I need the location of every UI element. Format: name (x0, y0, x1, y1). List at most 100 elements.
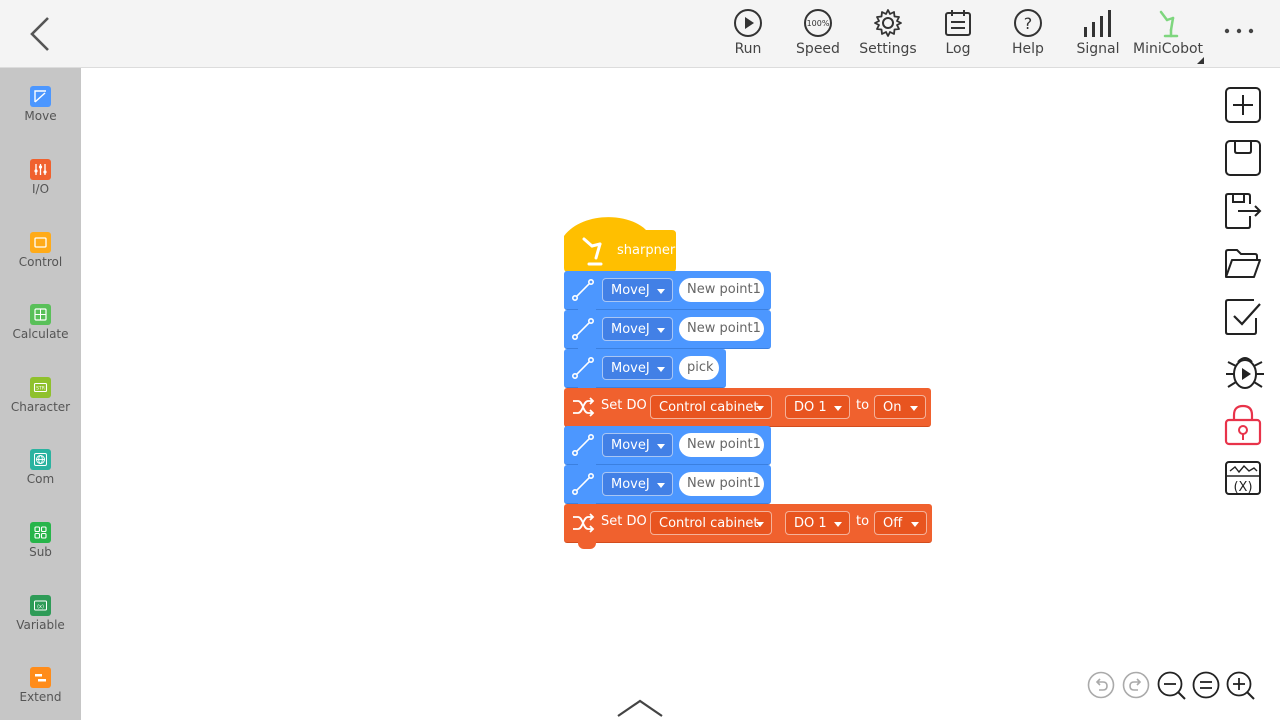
robot-selector[interactable]: MiniCobot (1133, 8, 1203, 57)
extend-icon (30, 667, 51, 688)
robot-arm-icon (582, 237, 603, 266)
movej-block[interactable]: MoveJ New point1 (564, 426, 771, 471)
run-label: Run (734, 41, 762, 57)
gear-icon (874, 9, 902, 37)
svg-text:?: ? (1024, 14, 1033, 33)
move-icon (30, 86, 51, 107)
zoom-in-icon (1226, 671, 1255, 700)
signal-icon (1084, 10, 1111, 37)
move-type-dropdown[interactable]: MoveJ (602, 317, 673, 341)
path-icon (571, 433, 594, 456)
move-type-dropdown[interactable]: MoveJ (602, 433, 673, 457)
zoom-out-button[interactable] (1157, 671, 1186, 700)
category-extend[interactable]: Extend (0, 667, 81, 704)
category-label: Character (10, 400, 71, 414)
point-selector[interactable]: New point1 (679, 317, 764, 341)
undo-icon (1087, 671, 1115, 699)
category-label: Control (18, 255, 63, 269)
to-label: to (856, 398, 870, 413)
chevron-left-icon (30, 17, 49, 51)
category-calculate[interactable]: Calculate (0, 304, 81, 341)
globe-icon (30, 449, 51, 470)
reset-zoom-button[interactable] (1192, 671, 1220, 699)
svg-text:(x): (x) (37, 604, 44, 610)
new-program-button[interactable] (1224, 86, 1262, 124)
block-notch (578, 542, 596, 549)
point-selector[interactable]: New point1 (679, 278, 764, 302)
movej-block[interactable]: MoveJ New point1 (564, 271, 771, 316)
state-dropdown[interactable]: Off (874, 511, 927, 535)
lock-button[interactable] (1224, 404, 1262, 446)
movej-block[interactable]: MoveJ New point1 (564, 465, 771, 510)
save-button[interactable] (1224, 139, 1262, 177)
category-variable[interactable]: (x) Variable (0, 595, 81, 632)
category-control[interactable]: Control (0, 232, 81, 269)
move-type-dropdown[interactable]: MoveJ (602, 356, 673, 380)
port-dropdown[interactable]: DO 1 (785, 511, 850, 535)
variable-monitor-button[interactable]: (X) (1224, 460, 1262, 498)
signal-label: Signal (1076, 41, 1120, 57)
settings-button[interactable]: Settings (853, 8, 923, 57)
target-dropdown[interactable]: Control cabinet (650, 511, 772, 535)
variable-icon: (x) (30, 595, 51, 616)
redo-button[interactable] (1122, 671, 1150, 699)
category-io[interactable]: I/O (0, 159, 81, 196)
to-label: to (856, 514, 870, 529)
target-dropdown[interactable]: Control cabinet (650, 395, 772, 419)
save-as-button[interactable] (1224, 192, 1262, 230)
category-move[interactable]: Move (0, 86, 81, 123)
movej-block[interactable]: MoveJ New point1 (564, 310, 771, 355)
signal-button[interactable]: Signal (1063, 8, 1133, 57)
expand-panel-button[interactable] (616, 698, 664, 718)
checkbox-icon (1225, 299, 1261, 335)
zoom-in-button[interactable] (1226, 671, 1255, 700)
dropdown-corner-icon (1197, 57, 1204, 64)
path-icon (571, 472, 594, 495)
path-icon (571, 278, 594, 301)
log-button[interactable]: Log (923, 8, 993, 57)
category-sub[interactable]: Sub (0, 522, 81, 559)
chevron-up-icon (617, 699, 663, 717)
category-label: Calculate (12, 327, 69, 341)
point-selector[interactable]: pick (679, 356, 719, 380)
point-selector[interactable]: New point1 (679, 433, 764, 457)
grid-icon (30, 522, 51, 543)
set-do-label: Set DO (601, 514, 647, 529)
state-dropdown[interactable]: On (874, 395, 926, 419)
set-do-block[interactable]: Set DO Control cabinet DO 1 to Off (564, 504, 932, 549)
help-button[interactable]: ? Help (993, 8, 1063, 57)
category-character[interactable]: STR Character (0, 377, 81, 414)
program-name: sharpner (617, 243, 676, 258)
speed-label: Speed (796, 41, 840, 57)
move-type-dropdown[interactable]: MoveJ (602, 278, 673, 302)
open-folder-button[interactable] (1224, 245, 1262, 283)
category-label: Move (24, 109, 57, 123)
run-button[interactable]: Run (713, 8, 783, 57)
more-button[interactable] (1222, 18, 1256, 44)
set-do-block[interactable]: Set DO Control cabinet DO 1 to On (564, 388, 931, 433)
hat-block[interactable]: sharpner (564, 216, 676, 272)
speedometer-icon: 100% (804, 9, 832, 37)
plus-square-icon (1225, 87, 1261, 123)
save-icon (1225, 140, 1261, 176)
category-label: I/O (31, 182, 50, 196)
category-com[interactable]: Com (0, 449, 81, 486)
set-do-label: Set DO (601, 398, 647, 413)
move-type-dropdown[interactable]: MoveJ (602, 472, 673, 496)
speed-button[interactable]: 100% Speed (783, 8, 853, 57)
control-icon (30, 232, 51, 253)
calculator-icon (30, 304, 51, 325)
movej-block[interactable]: MoveJ pick (564, 349, 726, 394)
point-selector[interactable]: New point1 (679, 472, 764, 496)
debug-button[interactable] (1224, 352, 1264, 390)
save-as-icon (1225, 193, 1262, 229)
path-icon (571, 356, 594, 379)
block-category-sidebar: Move I/O Control Calculate STR Character… (0, 68, 81, 720)
port-dropdown[interactable]: DO 1 (785, 395, 850, 419)
undo-button[interactable] (1087, 671, 1115, 699)
lock-icon (1224, 404, 1262, 446)
check-program-button[interactable] (1224, 298, 1262, 336)
log-label: Log (945, 41, 971, 57)
back-button[interactable] (24, 14, 58, 54)
category-label: Com (26, 472, 55, 486)
